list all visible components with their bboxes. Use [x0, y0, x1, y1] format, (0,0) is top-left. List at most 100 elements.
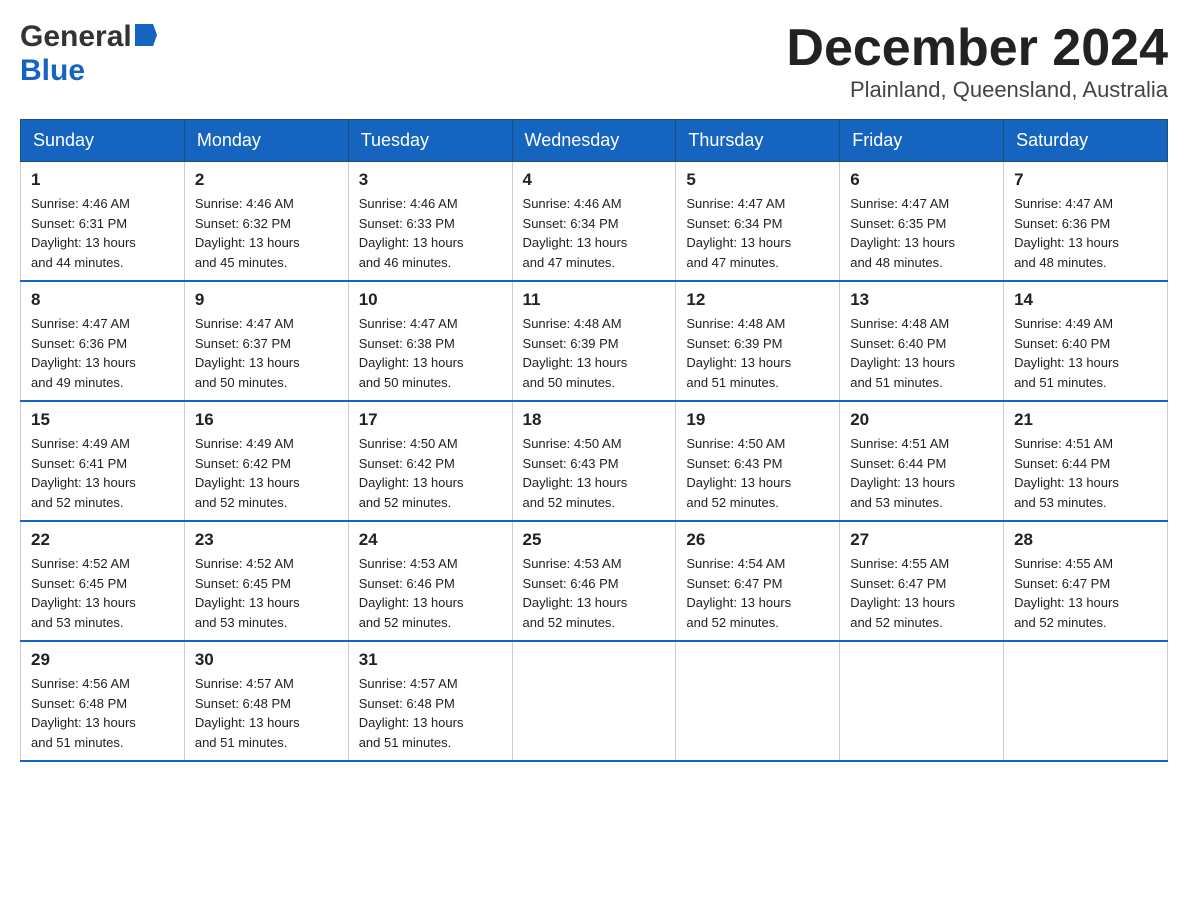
calendar-cell — [840, 641, 1004, 761]
day-info: Sunrise: 4:56 AM Sunset: 6:48 PM Dayligh… — [31, 674, 174, 752]
day-number: 9 — [195, 290, 338, 310]
calendar-cell: 30 Sunrise: 4:57 AM Sunset: 6:48 PM Dayl… — [184, 641, 348, 761]
day-info: Sunrise: 4:46 AM Sunset: 6:34 PM Dayligh… — [523, 194, 666, 272]
calendar-cell: 10 Sunrise: 4:47 AM Sunset: 6:38 PM Dayl… — [348, 281, 512, 401]
day-number: 2 — [195, 170, 338, 190]
day-info: Sunrise: 4:49 AM Sunset: 6:42 PM Dayligh… — [195, 434, 338, 512]
day-info: Sunrise: 4:46 AM Sunset: 6:33 PM Dayligh… — [359, 194, 502, 272]
calendar-cell: 14 Sunrise: 4:49 AM Sunset: 6:40 PM Dayl… — [1004, 281, 1168, 401]
calendar-cell: 9 Sunrise: 4:47 AM Sunset: 6:37 PM Dayli… — [184, 281, 348, 401]
day-number: 26 — [686, 530, 829, 550]
day-info: Sunrise: 4:53 AM Sunset: 6:46 PM Dayligh… — [359, 554, 502, 632]
day-info: Sunrise: 4:50 AM Sunset: 6:43 PM Dayligh… — [686, 434, 829, 512]
day-info: Sunrise: 4:50 AM Sunset: 6:42 PM Dayligh… — [359, 434, 502, 512]
day-info: Sunrise: 4:49 AM Sunset: 6:41 PM Dayligh… — [31, 434, 174, 512]
day-number: 8 — [31, 290, 174, 310]
day-info: Sunrise: 4:47 AM Sunset: 6:36 PM Dayligh… — [31, 314, 174, 392]
day-info: Sunrise: 4:57 AM Sunset: 6:48 PM Dayligh… — [195, 674, 338, 752]
day-info: Sunrise: 4:48 AM Sunset: 6:40 PM Dayligh… — [850, 314, 993, 392]
calendar-cell: 24 Sunrise: 4:53 AM Sunset: 6:46 PM Dayl… — [348, 521, 512, 641]
day-info: Sunrise: 4:46 AM Sunset: 6:31 PM Dayligh… — [31, 194, 174, 272]
calendar-cell: 13 Sunrise: 4:48 AM Sunset: 6:40 PM Dayl… — [840, 281, 1004, 401]
day-info: Sunrise: 4:48 AM Sunset: 6:39 PM Dayligh… — [686, 314, 829, 392]
day-number: 24 — [359, 530, 502, 550]
header-friday: Friday — [840, 120, 1004, 162]
day-info: Sunrise: 4:52 AM Sunset: 6:45 PM Dayligh… — [31, 554, 174, 632]
day-number: 21 — [1014, 410, 1157, 430]
day-number: 10 — [359, 290, 502, 310]
calendar-cell — [1004, 641, 1168, 761]
calendar-cell: 25 Sunrise: 4:53 AM Sunset: 6:46 PM Dayl… — [512, 521, 676, 641]
day-number: 28 — [1014, 530, 1157, 550]
day-number: 20 — [850, 410, 993, 430]
month-title: December 2024 — [786, 20, 1168, 77]
day-info: Sunrise: 4:55 AM Sunset: 6:47 PM Dayligh… — [850, 554, 993, 632]
day-number: 16 — [195, 410, 338, 430]
calendar-cell: 8 Sunrise: 4:47 AM Sunset: 6:36 PM Dayli… — [21, 281, 185, 401]
week-row-2: 8 Sunrise: 4:47 AM Sunset: 6:36 PM Dayli… — [21, 281, 1168, 401]
day-number: 27 — [850, 530, 993, 550]
day-number: 1 — [31, 170, 174, 190]
day-number: 4 — [523, 170, 666, 190]
calendar-cell: 21 Sunrise: 4:51 AM Sunset: 6:44 PM Dayl… — [1004, 401, 1168, 521]
day-number: 5 — [686, 170, 829, 190]
day-number: 3 — [359, 170, 502, 190]
day-number: 12 — [686, 290, 829, 310]
calendar-cell: 12 Sunrise: 4:48 AM Sunset: 6:39 PM Dayl… — [676, 281, 840, 401]
calendar-cell — [676, 641, 840, 761]
calendar-table: SundayMondayTuesdayWednesdayThursdayFrid… — [20, 119, 1168, 762]
day-info: Sunrise: 4:49 AM Sunset: 6:40 PM Dayligh… — [1014, 314, 1157, 392]
day-number: 22 — [31, 530, 174, 550]
location-title: Plainland, Queensland, Australia — [786, 77, 1168, 103]
week-row-4: 22 Sunrise: 4:52 AM Sunset: 6:45 PM Dayl… — [21, 521, 1168, 641]
day-number: 29 — [31, 650, 174, 670]
day-number: 17 — [359, 410, 502, 430]
day-info: Sunrise: 4:48 AM Sunset: 6:39 PM Dayligh… — [523, 314, 666, 392]
calendar-cell: 28 Sunrise: 4:55 AM Sunset: 6:47 PM Dayl… — [1004, 521, 1168, 641]
calendar-cell: 4 Sunrise: 4:46 AM Sunset: 6:34 PM Dayli… — [512, 162, 676, 282]
day-info: Sunrise: 4:51 AM Sunset: 6:44 PM Dayligh… — [1014, 434, 1157, 512]
day-number: 23 — [195, 530, 338, 550]
calendar-cell: 7 Sunrise: 4:47 AM Sunset: 6:36 PM Dayli… — [1004, 162, 1168, 282]
header-sunday: Sunday — [21, 120, 185, 162]
calendar-cell: 2 Sunrise: 4:46 AM Sunset: 6:32 PM Dayli… — [184, 162, 348, 282]
calendar-cell: 17 Sunrise: 4:50 AM Sunset: 6:42 PM Dayl… — [348, 401, 512, 521]
logo: General Blue — [20, 20, 157, 88]
calendar-cell: 20 Sunrise: 4:51 AM Sunset: 6:44 PM Dayl… — [840, 401, 1004, 521]
calendar-cell: 23 Sunrise: 4:52 AM Sunset: 6:45 PM Dayl… — [184, 521, 348, 641]
calendar-cell: 15 Sunrise: 4:49 AM Sunset: 6:41 PM Dayl… — [21, 401, 185, 521]
day-info: Sunrise: 4:52 AM Sunset: 6:45 PM Dayligh… — [195, 554, 338, 632]
week-row-3: 15 Sunrise: 4:49 AM Sunset: 6:41 PM Dayl… — [21, 401, 1168, 521]
day-number: 19 — [686, 410, 829, 430]
calendar-cell: 16 Sunrise: 4:49 AM Sunset: 6:42 PM Dayl… — [184, 401, 348, 521]
day-number: 30 — [195, 650, 338, 670]
day-number: 25 — [523, 530, 666, 550]
header-thursday: Thursday — [676, 120, 840, 162]
day-info: Sunrise: 4:51 AM Sunset: 6:44 PM Dayligh… — [850, 434, 993, 512]
day-number: 11 — [523, 290, 666, 310]
calendar-cell: 27 Sunrise: 4:55 AM Sunset: 6:47 PM Dayl… — [840, 521, 1004, 641]
calendar-cell — [512, 641, 676, 761]
day-number: 18 — [523, 410, 666, 430]
day-info: Sunrise: 4:47 AM Sunset: 6:34 PM Dayligh… — [686, 194, 829, 272]
week-row-5: 29 Sunrise: 4:56 AM Sunset: 6:48 PM Dayl… — [21, 641, 1168, 761]
title-section: December 2024 Plainland, Queensland, Aus… — [786, 20, 1168, 103]
day-info: Sunrise: 4:47 AM Sunset: 6:35 PM Dayligh… — [850, 194, 993, 272]
day-info: Sunrise: 4:53 AM Sunset: 6:46 PM Dayligh… — [523, 554, 666, 632]
calendar-cell: 5 Sunrise: 4:47 AM Sunset: 6:34 PM Dayli… — [676, 162, 840, 282]
calendar-header-row: SundayMondayTuesdayWednesdayThursdayFrid… — [21, 120, 1168, 162]
day-info: Sunrise: 4:46 AM Sunset: 6:32 PM Dayligh… — [195, 194, 338, 272]
week-row-1: 1 Sunrise: 4:46 AM Sunset: 6:31 PM Dayli… — [21, 162, 1168, 282]
day-number: 15 — [31, 410, 174, 430]
calendar-cell: 11 Sunrise: 4:48 AM Sunset: 6:39 PM Dayl… — [512, 281, 676, 401]
calendar-cell: 26 Sunrise: 4:54 AM Sunset: 6:47 PM Dayl… — [676, 521, 840, 641]
header-tuesday: Tuesday — [348, 120, 512, 162]
calendar-cell: 6 Sunrise: 4:47 AM Sunset: 6:35 PM Dayli… — [840, 162, 1004, 282]
calendar-cell: 1 Sunrise: 4:46 AM Sunset: 6:31 PM Dayli… — [21, 162, 185, 282]
day-info: Sunrise: 4:54 AM Sunset: 6:47 PM Dayligh… — [686, 554, 829, 632]
calendar-cell: 31 Sunrise: 4:57 AM Sunset: 6:48 PM Dayl… — [348, 641, 512, 761]
day-number: 7 — [1014, 170, 1157, 190]
calendar-cell: 22 Sunrise: 4:52 AM Sunset: 6:45 PM Dayl… — [21, 521, 185, 641]
calendar-cell: 19 Sunrise: 4:50 AM Sunset: 6:43 PM Dayl… — [676, 401, 840, 521]
day-number: 31 — [359, 650, 502, 670]
